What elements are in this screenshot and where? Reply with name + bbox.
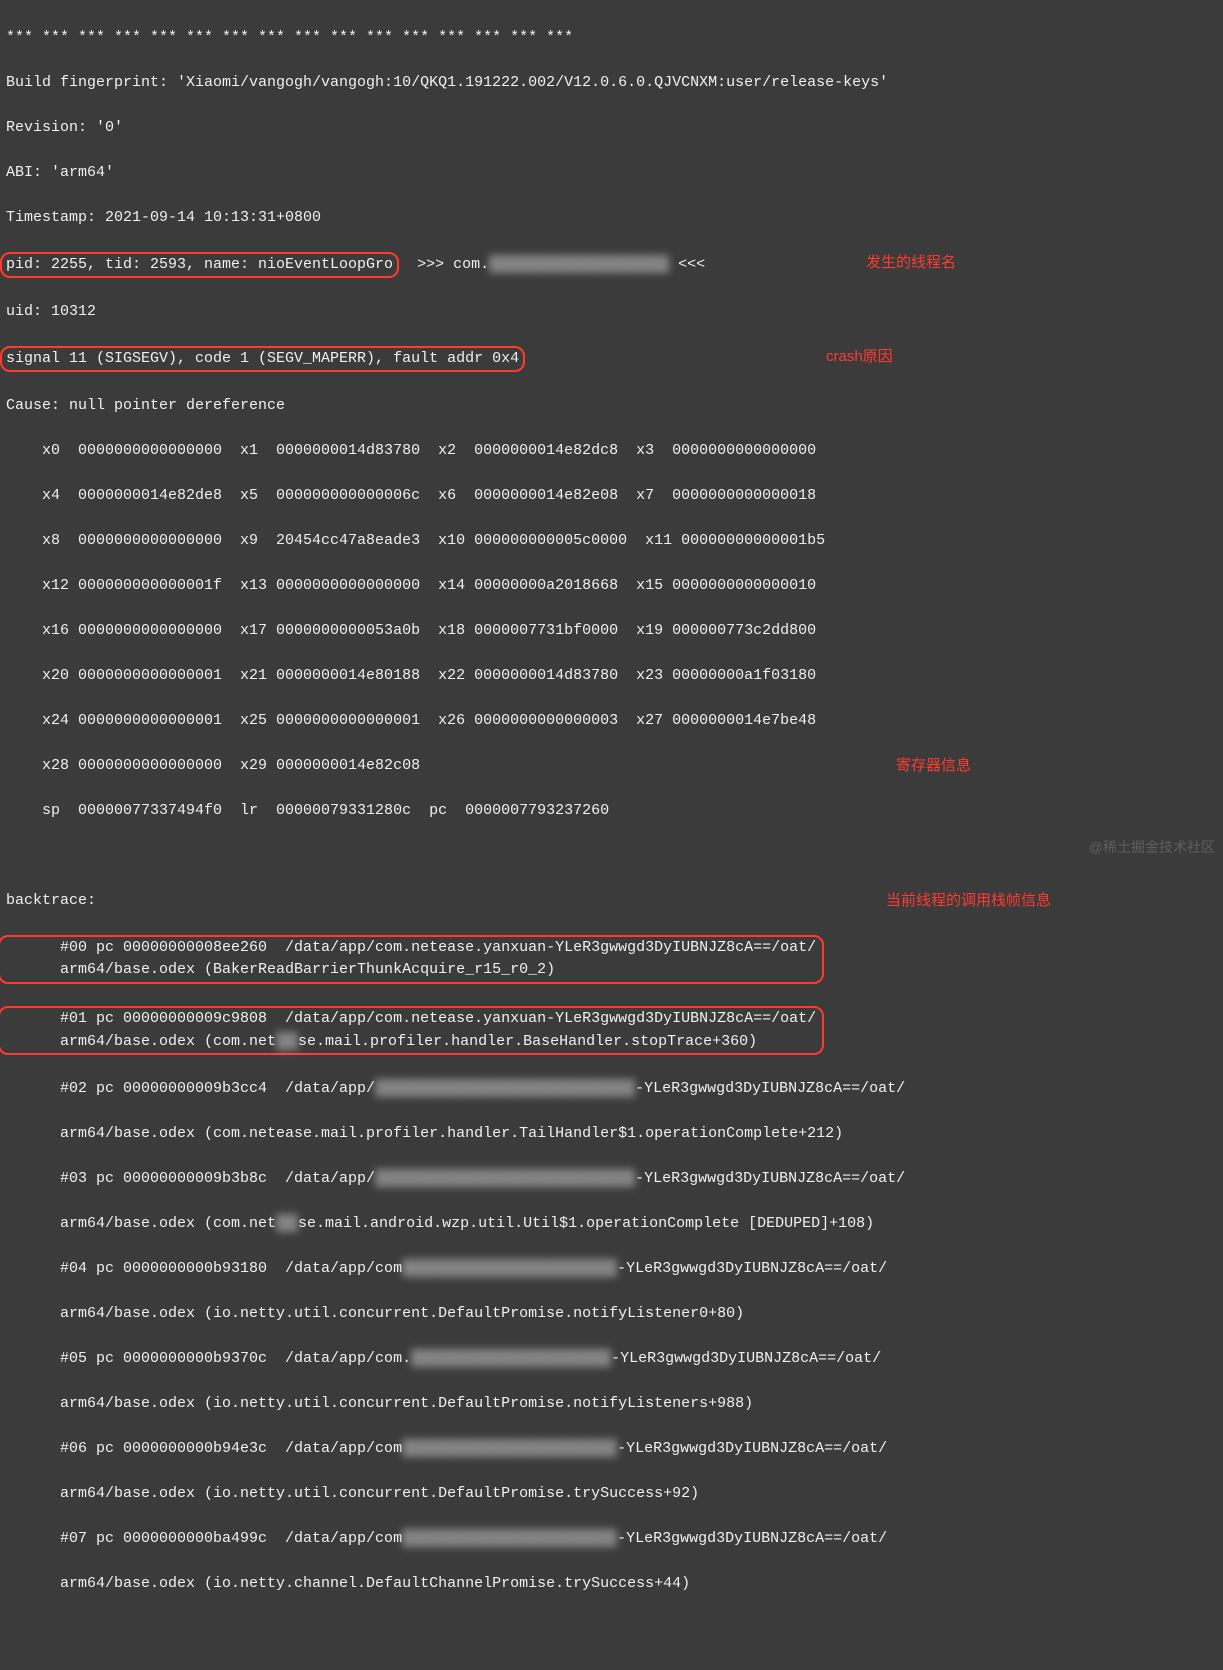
backtrace-frame: arm64/base.odex (io.netty.channel.Defaul… <box>6 1573 1217 1596</box>
signal-highlight: signal 11 (SIGSEGV), code 1 (SEGV_MAPERR… <box>0 346 525 373</box>
backtrace-frame: arm64/base.odex (com.netease.mail.profil… <box>6 1123 1217 1146</box>
backtrace-highlight-0: #00 pc 00000000008ee260 /data/app/com.ne… <box>0 935 824 984</box>
redacted <box>402 1259 617 1277</box>
redacted <box>402 1439 617 1457</box>
register-row: x12 000000000000001f x13 000000000000000… <box>6 575 1217 598</box>
backtrace-frame: #07 pc 0000000000ba499c /data/app/com-YL… <box>6 1528 1217 1551</box>
annotation-reason: crash原因 <box>826 346 893 369</box>
backtrace-highlight-1: #01 pc 00000000009c9808 /data/app/com.ne… <box>0 1006 824 1055</box>
pid-line: pid: 2255, tid: 2593, name: nioEventLoop… <box>6 252 1217 279</box>
timestamp-line: Timestamp: 2021-09-14 10:13:31+0800 <box>6 207 1217 230</box>
register-row: x28 0000000000000000 x29 0000000014e82c0… <box>6 755 1217 778</box>
annotation-thread: 发生的线程名 <box>866 252 956 275</box>
redacted <box>411 1349 611 1367</box>
register-row: x4 0000000014e82de8 x5 000000000000006c … <box>6 485 1217 508</box>
uid-line: uid: 10312 <box>6 301 1217 324</box>
log-line: *** *** *** *** *** *** *** *** *** *** … <box>6 27 1217 50</box>
redacted <box>375 1079 635 1097</box>
terminal-output: *** *** *** *** *** *** *** *** *** *** … <box>0 0 1223 1670</box>
signal-line: signal 11 (SIGSEGV), code 1 (SEGV_MAPERR… <box>6 346 1217 373</box>
watermark: @稀土掘金技术社区 <box>1089 837 1215 858</box>
backtrace-frame: #04 pc 0000000000b93180 /data/app/com-YL… <box>6 1258 1217 1281</box>
cause-line: Cause: null pointer dereference <box>6 395 1217 418</box>
abi-line: ABI: 'arm64' <box>6 162 1217 185</box>
register-row: x20 0000000000000001 x21 0000000014e8018… <box>6 665 1217 688</box>
register-row: x0 0000000000000000 x1 0000000014d83780 … <box>6 440 1217 463</box>
register-row: x16 0000000000000000 x17 0000000000053a0… <box>6 620 1217 643</box>
redacted <box>276 1032 298 1050</box>
pid-highlight: pid: 2255, tid: 2593, name: nioEventLoop… <box>0 252 399 279</box>
redacted-package <box>489 255 669 273</box>
backtrace-header: backtrace:当前线程的调用栈帧信息 <box>6 890 1217 913</box>
backtrace-frame: #05 pc 0000000000b9370c /data/app/com.-Y… <box>6 1348 1217 1371</box>
backtrace-frame: arm64/base.odex (com.netse.mail.android.… <box>6 1213 1217 1236</box>
build-fingerprint: Build fingerprint: 'Xiaomi/vangogh/vango… <box>6 72 1217 95</box>
backtrace-frame: arm64/base.odex (io.netty.util.concurren… <box>6 1483 1217 1506</box>
register-row: x24 0000000000000001 x25 000000000000000… <box>6 710 1217 733</box>
backtrace-frame: arm64/base.odex (io.netty.util.concurren… <box>6 1393 1217 1416</box>
backtrace-frame: #03 pc 00000000009b3b8c /data/app/-YLeR3… <box>6 1168 1217 1191</box>
redacted <box>402 1529 617 1547</box>
revision-line: Revision: '0' <box>6 117 1217 140</box>
backtrace-frame: #06 pc 0000000000b94e3c /data/app/com-YL… <box>6 1438 1217 1461</box>
register-row: sp 00000077337494f0 lr 00000079331280c p… <box>6 800 1217 823</box>
backtrace-frame: arm64/base.odex (io.netty.util.concurren… <box>6 1303 1217 1326</box>
annotation-backtrace: 当前线程的调用栈帧信息 <box>886 890 1051 913</box>
redacted <box>276 1214 298 1232</box>
backtrace-frame: #02 pc 00000000009b3cc4 /data/app/-YLeR3… <box>6 1078 1217 1101</box>
backtrace-frame: #00 pc 00000000008ee260 /data/app/com.ne… <box>6 935 1217 984</box>
backtrace-frame: #01 pc 00000000009c9808 /data/app/com.ne… <box>6 1006 1217 1055</box>
annotation-registers: 寄存器信息 <box>896 755 971 778</box>
redacted <box>375 1169 635 1187</box>
register-row: x8 0000000000000000 x9 20454cc47a8eade3 … <box>6 530 1217 553</box>
